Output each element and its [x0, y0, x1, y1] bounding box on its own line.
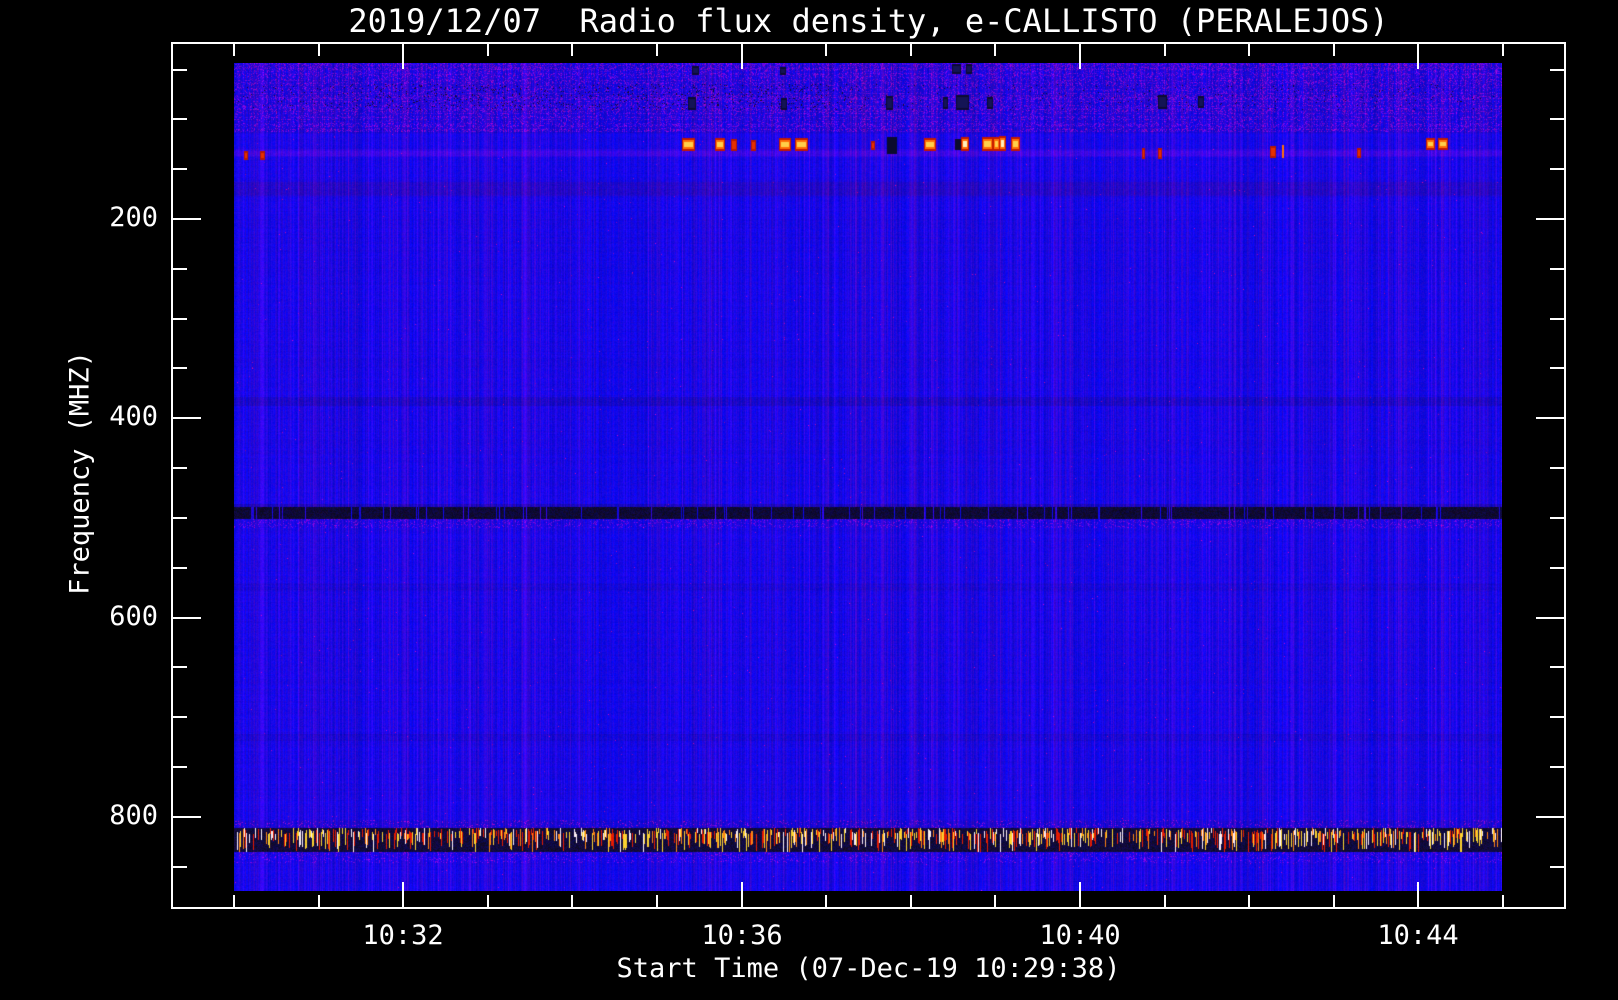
x-axis-minor-tick [656, 44, 658, 56]
y-axis-major-tick [173, 816, 201, 818]
y-axis-minor-tick [173, 69, 187, 71]
x-axis-minor-tick [825, 895, 827, 907]
y-axis-minor-tick [1550, 766, 1564, 768]
x-axis-tick-label: 10:36 [701, 920, 783, 951]
x-axis-tick-label: 10:32 [362, 920, 444, 951]
x-axis-minor-tick [1502, 44, 1504, 56]
y-axis-tick-label: 200 [109, 202, 158, 233]
y-axis-minor-tick [1550, 69, 1564, 71]
y-axis-minor-tick [1550, 118, 1564, 120]
y-axis-major-tick [1536, 816, 1564, 818]
y-axis-minor-tick [1550, 467, 1564, 469]
y-axis-major-tick [173, 617, 201, 619]
y-axis-major-tick [1536, 417, 1564, 419]
y-axis-minor-tick [173, 517, 187, 519]
x-axis-minor-tick [1248, 44, 1250, 56]
x-axis-minor-tick [233, 44, 235, 56]
x-axis-minor-tick [1502, 895, 1504, 907]
x-axis-minor-tick [487, 44, 489, 56]
y-axis-tick-label: 600 [109, 601, 158, 632]
y-axis-minor-tick [1550, 168, 1564, 170]
x-axis-minor-tick [994, 895, 996, 907]
y-axis-minor-tick [173, 567, 187, 569]
y-axis-minor-tick [1550, 517, 1564, 519]
x-axis-tick-label: 10:40 [1039, 920, 1121, 951]
y-axis-minor-tick [1550, 268, 1564, 270]
x-axis-minor-tick [487, 895, 489, 907]
x-axis-minor-tick [825, 44, 827, 56]
y-axis-major-tick [1536, 617, 1564, 619]
y-axis-minor-tick [173, 866, 187, 868]
y-axis-title: Frequency (MHZ) [64, 351, 96, 595]
y-axis-minor-tick [173, 467, 187, 469]
y-axis-minor-tick [1550, 716, 1564, 718]
y-axis-major-tick [173, 417, 201, 419]
x-axis-title: Start Time (07-Dec-19 10:29:38) [616, 953, 1121, 984]
y-axis-minor-tick [1550, 567, 1564, 569]
y-axis-minor-tick [173, 118, 187, 120]
y-axis-minor-tick [173, 716, 187, 718]
x-axis-minor-tick [910, 44, 912, 56]
x-axis-minor-tick [318, 44, 320, 56]
y-axis-tick-label: 800 [109, 800, 158, 831]
x-axis-minor-tick [318, 895, 320, 907]
chart-title: 2019/12/07 Radio flux density, e-CALLIST… [348, 2, 1389, 40]
plot-frame [171, 42, 1566, 909]
y-axis-minor-tick [173, 367, 187, 369]
x-axis-major-tick [1079, 882, 1081, 907]
x-axis-minor-tick [233, 895, 235, 907]
x-axis-minor-tick [1333, 44, 1335, 56]
x-axis-major-tick [741, 44, 743, 69]
y-axis-minor-tick [1550, 866, 1564, 868]
x-axis-minor-tick [1333, 895, 1335, 907]
y-axis-minor-tick [173, 268, 187, 270]
x-axis-major-tick [1417, 882, 1419, 907]
x-axis-minor-tick [571, 44, 573, 56]
y-axis-minor-tick [173, 318, 187, 320]
x-axis-minor-tick [1164, 44, 1166, 56]
x-axis-major-tick [402, 44, 404, 69]
x-axis-minor-tick [994, 44, 996, 56]
x-axis-major-tick [1079, 44, 1081, 69]
x-axis-major-tick [402, 882, 404, 907]
x-axis-minor-tick [910, 895, 912, 907]
y-axis-minor-tick [1550, 367, 1564, 369]
x-axis-major-tick [741, 882, 743, 907]
y-axis-major-tick [173, 218, 201, 220]
y-axis-minor-tick [1550, 666, 1564, 668]
x-axis-minor-tick [656, 895, 658, 907]
y-axis-minor-tick [1550, 318, 1564, 320]
x-axis-major-tick [1417, 44, 1419, 69]
y-axis-tick-label: 400 [109, 401, 158, 432]
y-axis-minor-tick [173, 766, 187, 768]
spectrogram-figure: 2019/12/07 Radio flux density, e-CALLIST… [0, 0, 1618, 1000]
x-axis-minor-tick [1164, 895, 1166, 907]
y-axis-major-tick [1536, 218, 1564, 220]
y-axis-minor-tick [173, 168, 187, 170]
y-axis-minor-tick [173, 666, 187, 668]
x-axis-minor-tick [571, 895, 573, 907]
x-axis-minor-tick [1248, 895, 1250, 907]
x-axis-tick-label: 10:44 [1377, 920, 1459, 951]
